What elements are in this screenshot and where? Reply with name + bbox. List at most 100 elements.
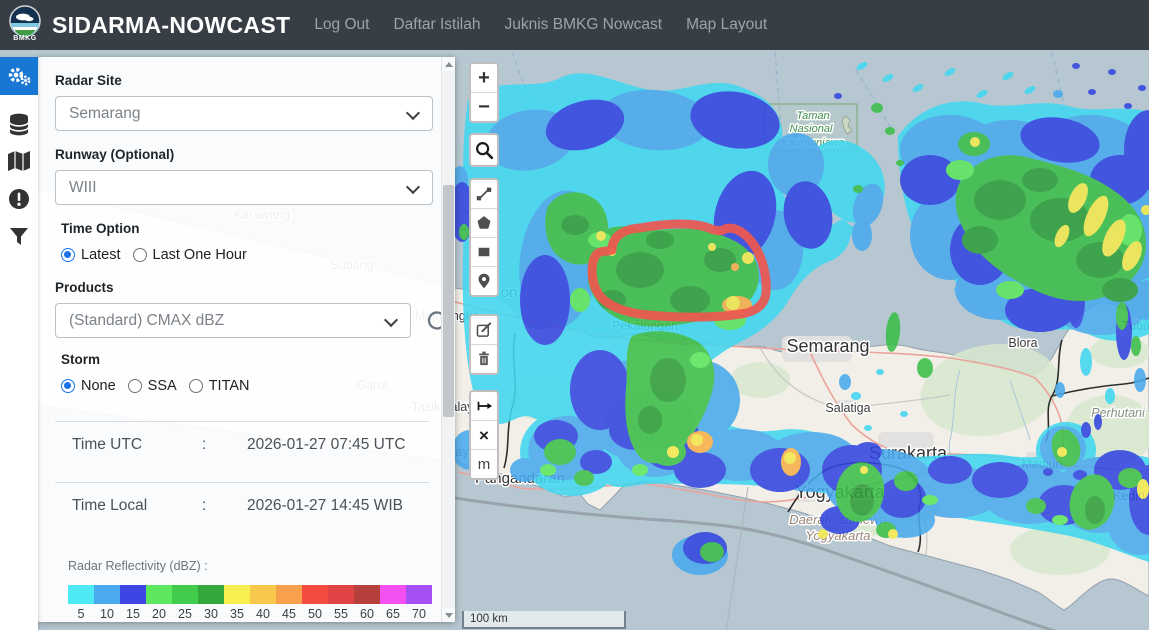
runway-value: WIII <box>69 179 97 197</box>
legend-color-25 <box>172 585 198 604</box>
measure-control-group: × m <box>469 390 499 480</box>
zoom-in-button[interactable]: + <box>471 64 497 93</box>
products-label: Products <box>55 280 433 295</box>
storm-label: Storm <box>61 352 433 367</box>
nav-link-daftar-istilah[interactable]: Daftar Istilah <box>393 16 480 34</box>
legend-color-5 <box>68 585 94 604</box>
map-label: Taman <box>796 110 829 122</box>
map-label: Semarang <box>786 336 869 356</box>
map-label: Salatiga <box>825 401 870 415</box>
polygon-icon <box>474 213 494 233</box>
radio-icon[interactable] <box>133 248 147 262</box>
time-local-row: Time Local : 2026-01-27 14:45 WIB <box>55 483 433 529</box>
sidebar-item-settings[interactable] <box>0 57 38 95</box>
legend-color-60 <box>354 585 380 604</box>
close-measure-button[interactable]: × <box>471 421 497 450</box>
time-utc-value: 2026-01-27 07:45 UTC <box>247 436 406 454</box>
radio-icon[interactable] <box>128 379 142 393</box>
bmkg-logo-caption: BMKG <box>13 35 36 42</box>
radar-site-label: Radar Site <box>55 73 433 88</box>
gears-icon <box>6 64 32 88</box>
sidebar-item-data[interactable] <box>0 106 38 144</box>
radio-icon[interactable] <box>189 379 203 393</box>
radio-latest[interactable]: Latest <box>61 247 121 263</box>
legend-color-15 <box>120 585 146 604</box>
app-title: SIDARMA-NOWCAST <box>52 12 290 39</box>
top-navbar: BMKG SIDARMA-NOWCAST Log Out Daftar Istil… <box>0 0 1149 50</box>
radar-site-value: Semarang <box>69 105 141 123</box>
draw-marker-button[interactable] <box>471 267 497 295</box>
radar-site-select[interactable]: Semarang <box>55 96 433 131</box>
legend-color-20 <box>146 585 172 604</box>
radio-selected-icon[interactable] <box>61 379 75 393</box>
trash-icon <box>474 349 494 369</box>
edit-control-group <box>469 314 499 375</box>
rectangle-icon <box>474 242 494 262</box>
radio-ssa[interactable]: SSA <box>128 378 177 394</box>
search-control-group <box>469 133 499 167</box>
measure-unit-button[interactable]: m <box>471 450 497 478</box>
legend-color-45 <box>276 585 302 604</box>
draw-rectangle-button[interactable] <box>471 238 497 267</box>
sidebar-item-layers[interactable] <box>0 142 38 180</box>
scroll-up-arrow-icon[interactable] <box>442 57 455 71</box>
map-label: Blora <box>1008 336 1037 350</box>
sidebar-item-alerts[interactable] <box>0 180 38 218</box>
time-utc-label: Time UTC <box>72 436 202 454</box>
legend-color-30 <box>198 585 224 604</box>
legend-color-65 <box>380 585 406 604</box>
sidebar-item-filter[interactable] <box>0 218 38 256</box>
reflectivity-scale-values: 510152025303540455055606570 <box>68 604 432 621</box>
legend-color-35 <box>224 585 250 604</box>
navbar-links: Log Out Daftar Istilah Juknis BMKG Nowcast… <box>314 16 767 34</box>
exclamation-circle-icon <box>8 188 30 210</box>
measure-arrow-icon <box>473 395 495 417</box>
time-utc-row: Time UTC : 2026-01-27 07:45 UTC <box>55 422 433 468</box>
scroll-down-arrow-icon[interactable] <box>442 608 455 622</box>
chevron-down-icon <box>406 106 420 120</box>
zoom-out-button[interactable]: − <box>471 93 497 121</box>
storm-group: None SSA TITAN <box>61 375 433 397</box>
runway-label: Runway (Optional) <box>55 147 433 162</box>
products-select[interactable]: (Standard) CMAX dBZ <box>55 303 411 338</box>
time-option-label: Time Option <box>61 221 433 236</box>
bmkg-logo-icon <box>9 5 41 37</box>
map-scale-bar: 100 km <box>462 611 626 629</box>
radio-none[interactable]: None <box>61 378 116 394</box>
nav-link-log-out[interactable]: Log Out <box>314 16 369 34</box>
runway-select[interactable]: WIII <box>55 170 433 205</box>
zoom-control-group: + − <box>469 62 499 123</box>
panel-scrollbar[interactable] <box>441 57 455 622</box>
delete-layers-button[interactable] <box>471 345 497 373</box>
legend-color-40 <box>250 585 276 604</box>
database-icon <box>8 113 30 137</box>
map-scale-text: 100 km <box>464 613 508 625</box>
measure-button[interactable] <box>471 392 497 421</box>
search-button[interactable] <box>471 135 497 165</box>
edit-layers-button[interactable] <box>471 316 497 345</box>
legend-color-50 <box>302 585 328 604</box>
time-local-label: Time Local <box>72 497 202 515</box>
legend-color-70 <box>406 585 432 604</box>
draw-polygon-button[interactable] <box>471 209 497 238</box>
bmkg-logo: BMKG <box>8 5 42 45</box>
draw-polyline-button[interactable] <box>471 180 497 209</box>
scrollbar-thumb[interactable] <box>443 185 454 417</box>
nav-link-map-layout[interactable]: Map Layout <box>686 16 767 34</box>
filter-icon <box>9 227 29 247</box>
radio-last-one-hour[interactable]: Last One Hour <box>133 247 247 263</box>
legend-color-55 <box>328 585 354 604</box>
radio-titan[interactable]: TITAN <box>189 378 250 394</box>
control-panel: Radar Site Semarang Runway (Optional) WI… <box>38 57 455 622</box>
edit-icon <box>474 320 494 340</box>
search-icon <box>473 139 495 161</box>
polyline-icon <box>473 183 495 205</box>
marker-pin-ic on <box>474 271 494 291</box>
chevron-down-icon <box>406 180 420 194</box>
time-local-value: 2026-01-27 14:45 WIB <box>247 497 403 515</box>
time-option-group: Latest Last One Hour <box>61 244 433 266</box>
radio-selected-icon[interactable] <box>61 248 75 262</box>
nav-link-juknis-bmkg-nowcast[interactable]: Juknis BMKG Nowcast <box>504 16 662 34</box>
sidebar-rail <box>0 57 38 630</box>
reflectivity-legend-label: Radar Reflectivity (dBZ) : <box>68 559 433 573</box>
